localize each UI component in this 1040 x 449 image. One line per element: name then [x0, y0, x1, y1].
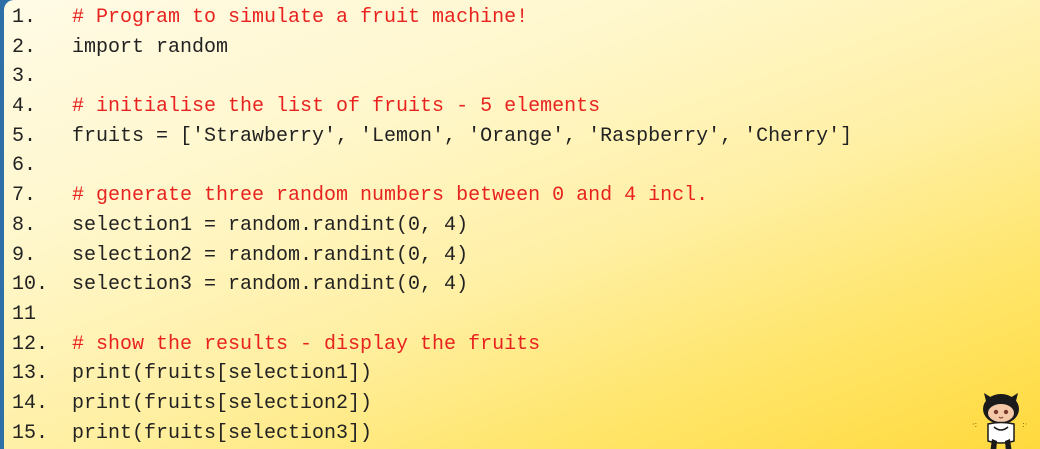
line-number: 2.: [12, 35, 37, 59]
code-text: print(fruits[selection3]): [72, 421, 373, 445]
svg-text::·: :·: [1022, 420, 1027, 429]
code-text: selection1 = random.randint(0, 4): [72, 213, 469, 237]
code-panel: 1. # Program to simulate a fruit machine!…: [4, 0, 1040, 449]
code-text: import random: [72, 35, 229, 59]
code-line: 1. # Program to simulate a fruit machine!: [12, 3, 852, 33]
line-number: 9.: [12, 243, 37, 267]
svg-text:·:: ·:: [972, 420, 977, 429]
line-number: 6.: [12, 154, 37, 178]
code-text: selection3 = random.randint(0, 4): [72, 273, 469, 297]
code-line: 10. selection3 = random.randint(0, 4): [12, 270, 852, 300]
code-line: 7. # generate three random numbers betwee…: [12, 181, 852, 211]
code-line: 11: [12, 300, 852, 330]
code-line: 5. fruits = ['Strawberry', 'Lemon', 'Oran…: [12, 122, 852, 152]
code-comment: # show the results - display the fruits: [72, 332, 541, 356]
octocat-icon: ·: :·: [972, 393, 1027, 449]
line-number: 8.: [12, 213, 37, 237]
code-comment: # generate three random numbers between …: [72, 184, 709, 208]
line-number: 4.: [12, 95, 37, 119]
code-line: 9. selection2 = random.randint(0, 4): [12, 241, 852, 271]
code-line: 4. # initialise the list of fruits - 5 el…: [12, 92, 852, 122]
line-number: 10.: [12, 273, 49, 297]
line-number: 13.: [12, 362, 49, 386]
code-comment: # initialise the list of fruits - 5 elem…: [72, 95, 601, 119]
line-number: 5.: [12, 124, 37, 148]
code-text: print(fruits[selection1]): [72, 362, 373, 386]
code-line: 15. print(fruits[selection3]): [12, 419, 852, 449]
code-line: 8. selection1 = random.randint(0, 4): [12, 211, 852, 241]
line-number: 1.: [12, 6, 37, 29]
code-line: 13. print(fruits[selection1]): [12, 359, 852, 389]
line-number: 14.: [12, 391, 49, 415]
code-line: 3.: [12, 62, 852, 92]
code-text: print(fruits[selection2]): [72, 391, 373, 415]
line-number: 12.: [12, 332, 49, 356]
code-text: selection2 = random.randint(0, 4): [72, 243, 469, 267]
code-line: 6.: [12, 151, 852, 181]
line-number: 7.: [12, 184, 37, 208]
code-line: 14. print(fruits[selection2]): [12, 389, 852, 419]
code-line: 12. # show the results - display the frui…: [12, 330, 852, 360]
code-text: fruits = ['Strawberry', 'Lemon', 'Orange…: [72, 124, 853, 148]
line-number: 3.: [12, 65, 37, 89]
line-number: 11: [12, 302, 37, 326]
code-listing: 1. # Program to simulate a fruit machine!…: [12, 3, 852, 448]
code-comment: # Program to simulate a fruit machine!: [72, 6, 529, 29]
line-number: 15.: [12, 421, 49, 445]
code-line: 2. import random: [12, 33, 852, 63]
slide-frame: 1. # Program to simulate a fruit machine!…: [0, 0, 1040, 449]
